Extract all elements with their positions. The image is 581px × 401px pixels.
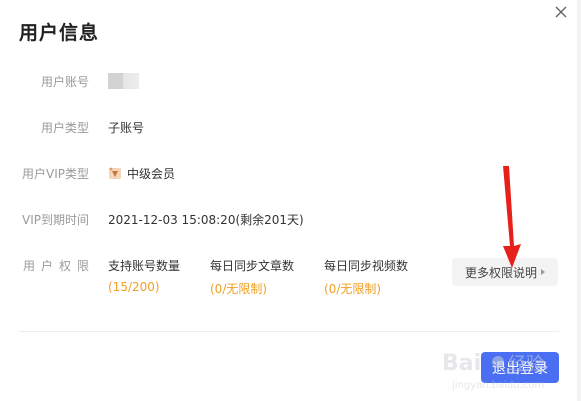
caret-right-icon: [541, 269, 545, 275]
vip-type-value: 中级会员: [127, 167, 176, 181]
logout-button[interactable]: 退出登录: [481, 352, 559, 383]
permission-daily-articles: 每日同步文章数 (0/无限制): [210, 257, 294, 297]
vip-expire-label: VIP到期时间: [22, 213, 89, 227]
permission-title: 支持账号数量: [108, 259, 181, 273]
permission-daily-videos: 每日同步视频数 (0/无限制): [324, 257, 408, 297]
account-label: 用户账号: [40, 75, 89, 89]
vip-expire-value: 2021-12-03 15:08:20(剩余201天): [108, 213, 304, 227]
footer-divider: [19, 331, 559, 332]
permission-value: (0/无限制): [324, 282, 382, 296]
permission-value: (0/无限制): [210, 282, 268, 296]
permission-account-count: 支持账号数量 (15/200): [108, 257, 180, 294]
user-type-label: 用户类型: [40, 121, 89, 135]
permissions-label: 用户权限: [22, 259, 95, 273]
permission-title: 每日同步文章数: [210, 259, 295, 273]
more-permissions-button[interactable]: 更多权限说明: [452, 258, 558, 286]
permission-title: 每日同步视频数: [324, 259, 409, 273]
vip-badge-icon: [108, 165, 122, 179]
user-type-value: 子账号: [108, 121, 145, 135]
user-info-dialog: 用户信息 用户账号 用户类型 子账号 用户VIP类型 中级会员 VIP到期时间 …: [0, 0, 581, 401]
vip-type-label: 用户VIP类型: [22, 167, 89, 181]
permission-value: (15/200): [108, 280, 160, 294]
logout-label: 退出登录: [492, 360, 548, 377]
window-edge: [577, 0, 581, 401]
more-permissions-label: 更多权限说明: [464, 265, 537, 280]
dialog-title: 用户信息: [19, 22, 100, 44]
account-value-redacted: [108, 73, 139, 89]
close-icon[interactable]: [553, 4, 569, 20]
